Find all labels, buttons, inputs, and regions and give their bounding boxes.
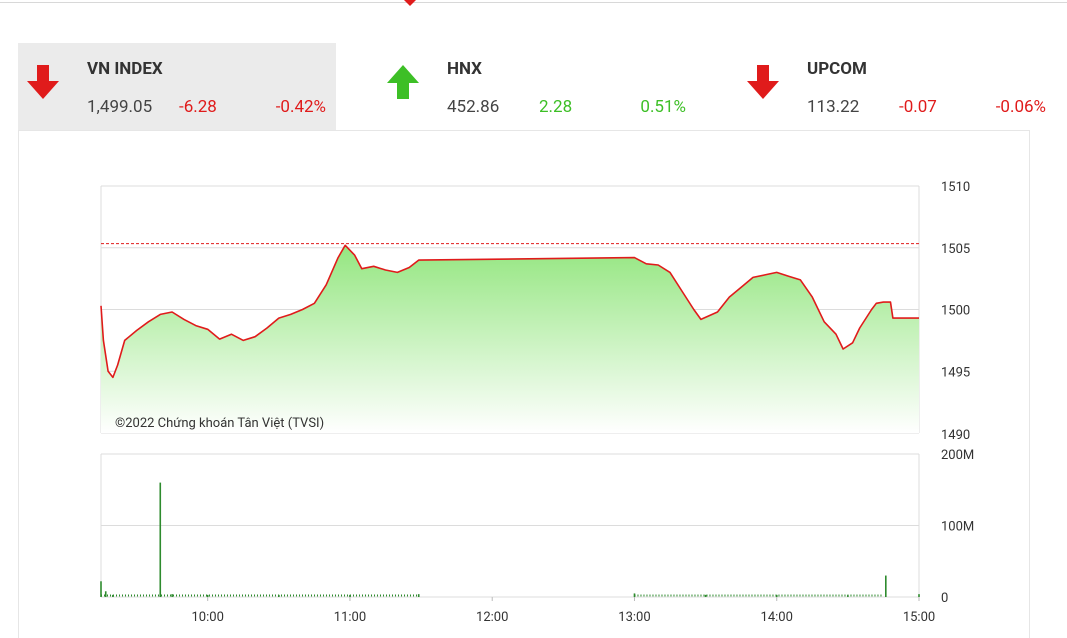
volume-bar <box>885 575 887 597</box>
price-tick-label: 1510 <box>941 180 970 195</box>
index-percent: 0.51% <box>640 97 686 117</box>
price-tick-label: 1505 <box>941 242 970 257</box>
index-name: HNX <box>447 59 482 79</box>
index-value: 452.86 <box>447 97 500 117</box>
arrow-up-icon <box>387 65 419 99</box>
index-percent: -0.06% <box>995 97 1046 117</box>
index-value: 1,499.05 <box>87 97 153 117</box>
x-tick-label: 13:00 <box>618 610 650 625</box>
x-tick-label: 12:00 <box>476 610 508 625</box>
index-change: -6.28 <box>179 97 217 117</box>
volume-bar <box>206 594 209 597</box>
volume-bar <box>704 594 707 597</box>
top-divider <box>0 2 1067 3</box>
price-area <box>101 245 919 433</box>
tab-hnx[interactable]: HNX 452.86 2.28 0.51% <box>378 43 696 130</box>
index-change: -0.07 <box>899 97 937 117</box>
price-tick-label: 1490 <box>941 428 970 443</box>
index-chart: 1510 1505 1500 1495 1490 ©2022 Chứng khoán Tâ… <box>100 180 974 625</box>
arrow-down-icon <box>27 65 59 99</box>
x-tick-label: 11:00 <box>334 610 366 625</box>
index-value: 113.22 <box>807 97 860 117</box>
volume-bar <box>171 594 173 597</box>
index-name: UPCOM <box>807 59 867 79</box>
volume-bar <box>918 594 920 597</box>
index-change: 2.28 <box>539 97 573 117</box>
x-tick-label: 10:00 <box>192 610 224 625</box>
watermark-text: ©2022 Chứng khoán Tân Việt (TVSI) <box>115 416 324 431</box>
tab-vn-index[interactable]: VN INDEX 1,499.05 -6.28 -0.42% <box>18 43 336 130</box>
caret-down-icon <box>404 0 416 6</box>
arrow-down-icon <box>747 65 779 99</box>
volume-bar <box>417 594 420 597</box>
tab-upcom[interactable]: UPCOM 113.22 -0.07 -0.06% <box>738 43 1056 130</box>
price-tick-label: 1495 <box>941 365 970 380</box>
volume-bar <box>159 482 162 597</box>
chart-panel: 1510 1505 1500 1495 1490 ©2022 Chứng khoán Tâ… <box>18 130 1030 638</box>
volume-bar <box>104 591 107 597</box>
volume-tick-label: 0 <box>941 591 948 606</box>
volume-tick-label: 100M <box>941 520 974 535</box>
volume-tick-label: 200M <box>941 448 974 463</box>
price-tick-label: 1500 <box>941 304 970 319</box>
x-tick-label: 14:00 <box>761 610 793 625</box>
index-percent: -0.42% <box>275 97 326 117</box>
index-name: VN INDEX <box>87 59 163 79</box>
x-tick-label: 15:00 <box>903 610 935 625</box>
